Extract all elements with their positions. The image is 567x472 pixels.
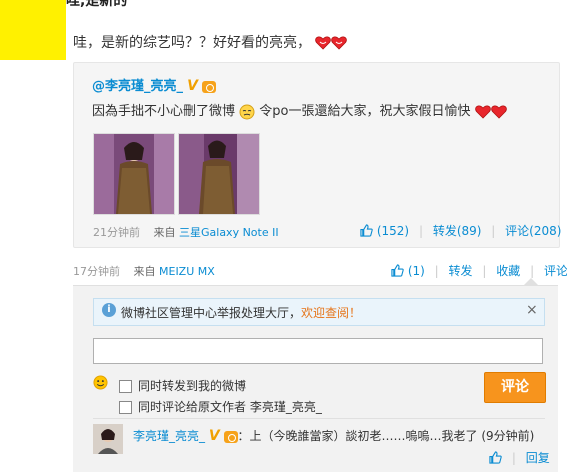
author-name-partial[interactable]: 哇,是新的 [66, 0, 166, 10]
comment-input[interactable] [93, 338, 543, 364]
info-icon: i [102, 303, 116, 317]
post-meta: 17分钟前 来自 MEIZU MX [73, 263, 215, 279]
thumbs-up-icon [360, 223, 373, 240]
notice-message: 微博社区管理中心举报处理大厅， [121, 306, 302, 320]
heart-emoji-icon [331, 35, 348, 51]
post-like-button[interactable]: (1) [391, 263, 429, 280]
thumbs-up-icon [391, 263, 404, 280]
repost-checkbox[interactable] [119, 380, 132, 393]
heart-emoji-icon [490, 104, 507, 120]
relieved-emoji-icon [239, 104, 255, 120]
post-comment-link[interactable]: 评论(1) [544, 264, 567, 278]
retweet-text-part2: 令po一張還給大家，祝大家假日愉快 [259, 104, 471, 119]
avatar[interactable] [93, 424, 123, 454]
post-like-count: (1) [407, 264, 425, 278]
retweet-text-part1: 因為手拙不小心刪了微博 [92, 104, 236, 119]
notice-text: 微博社区管理中心举报处理大厅，欢迎查阅！ [121, 304, 361, 321]
retweet-meta: 21分钟前 来自 三星Galaxy Note II [93, 224, 279, 240]
retweet-repost-link[interactable]: 转发(89) [433, 224, 482, 238]
comment-author-link[interactable]: 李亮瑾_亮亮_ [133, 429, 205, 443]
comment-author-option-label: 同时评论给原文作者 李亮瑾_亮亮_ [138, 400, 322, 414]
submit-comment-label: 评论 [501, 379, 529, 395]
verified-v-icon: V [187, 78, 198, 94]
option-comment-author[interactable]: 同时评论给原文作者 李亮瑾_亮亮_ [119, 398, 322, 415]
comment-reply-link[interactable]: 回复 [526, 451, 550, 465]
verified-v-icon: V [208, 428, 220, 444]
divider [93, 418, 545, 419]
post-actions: (1) | 转发 | 收藏 | 评论(1) [391, 262, 567, 280]
retweet-text: 因為手拙不小心刪了微博 令po一張還給大家，祝大家假日愉快 [92, 100, 507, 120]
photo-thumbnail-1[interactable] [93, 133, 175, 215]
comment-author-checkbox[interactable] [119, 401, 132, 414]
member-level-icon [202, 80, 217, 93]
comment-entry: 李亮瑾_亮亮_ V ：上（今晚誰當家）談初老……嗚嗚…我老了 (9分钟前) [133, 427, 534, 444]
post-time[interactable]: 17分钟前 [73, 265, 120, 278]
author-name-text: 哇,是新的 [66, 0, 128, 9]
post-text: 哇，是新的综艺吗？？好好看的亮亮， [73, 32, 348, 52]
comment-text: ：上（今晚誰當家）談初老……嗚嗚…我老了 (9分钟前) [237, 429, 535, 443]
option-repost[interactable]: 同时转发到我的微博 [119, 377, 246, 394]
retweet-like-count: (152) [376, 224, 410, 238]
notice-close-icon[interactable]: × [526, 302, 538, 318]
submit-comment-button[interactable]: 评论 [484, 372, 546, 403]
heart-emoji-icon [474, 104, 491, 120]
retweet-source-link[interactable]: 三星Galaxy Note II [179, 226, 279, 239]
emoji-picker-icon[interactable] [93, 375, 108, 393]
repost-option-label: 同时转发到我的微博 [138, 379, 247, 393]
retweet-like-button[interactable]: (152) [360, 223, 413, 240]
post-source-prefix: 来自 [133, 265, 156, 278]
retweet-header: @李亮瑾_亮亮_ V [92, 75, 217, 94]
post-favorite-link[interactable]: 收藏 [496, 264, 520, 278]
author-mask [0, 0, 66, 60]
retweet-actions: (152) | 转发(89) | 评论(208) [360, 222, 561, 240]
photo-thumbnail-2[interactable] [178, 133, 260, 215]
post-source-link[interactable]: MEIZU MX [159, 265, 215, 278]
notice-link[interactable]: 欢迎查阅！ [301, 306, 361, 320]
post-repost-link[interactable]: 转发 [449, 264, 473, 278]
heart-emoji-icon [315, 35, 332, 51]
retweet-comment-link[interactable]: 评论(208) [505, 224, 561, 238]
comment-panel-arrow [524, 278, 538, 285]
comment-actions: | 回复 [489, 449, 550, 467]
comment-like-button[interactable] [489, 450, 502, 467]
retweet-source-prefix: 来自 [153, 226, 176, 239]
retweet-author-link[interactable]: @李亮瑾_亮亮_ [92, 79, 183, 94]
post-text-content: 哇，是新的综艺吗？？好好看的亮亮， [73, 35, 311, 51]
member-level-icon [223, 430, 238, 443]
retweet-time[interactable]: 21分钟前 [93, 226, 140, 239]
